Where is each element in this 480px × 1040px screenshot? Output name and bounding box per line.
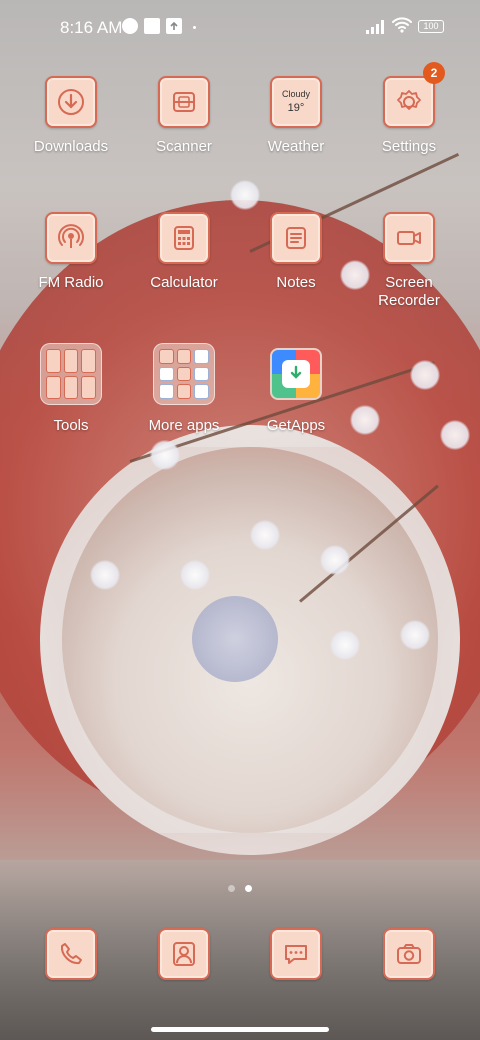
app-label: Weather: [267, 138, 325, 155]
app-mini-icon: [194, 366, 209, 382]
app-mini-icon: [176, 366, 192, 382]
dock-contacts[interactable]: [128, 928, 240, 980]
radio-icon: [45, 212, 97, 264]
contact-icon: [158, 928, 210, 980]
dock-messages[interactable]: [240, 928, 352, 980]
wallpaper-blossom: [440, 420, 470, 450]
app-mini-icon: [176, 349, 192, 364]
app-label: Tools: [53, 417, 89, 434]
app-mini-icon: [159, 366, 174, 382]
app-mini-icon: [81, 349, 96, 373]
clock: 8:16 AM: [60, 18, 123, 37]
gear-icon: 2: [383, 62, 445, 128]
app-label: GetApps: [266, 417, 326, 434]
photo-icon: [122, 18, 138, 34]
app-label: Calculator: [150, 274, 218, 291]
folder-more-apps[interactable]: More apps: [128, 343, 240, 435]
wallpaper-blossom: [180, 560, 210, 590]
app-settings[interactable]: 2 Settings: [353, 62, 465, 156]
app-label: More apps: [148, 417, 220, 434]
wallpaper-blossom: [230, 180, 260, 210]
app-screen-recorder[interactable]: Screen Recorder: [353, 212, 465, 310]
wallpaper-blossom: [150, 440, 180, 470]
square-icon: [144, 18, 160, 34]
dock-phone[interactable]: [15, 928, 127, 980]
app-mini-icon: [81, 375, 96, 399]
scanner-icon: [158, 76, 210, 128]
camera-icon: [383, 928, 435, 980]
status-bar: 8:16 AM 100: [0, 0, 480, 56]
app-mini-icon: [46, 349, 61, 373]
phone-icon: [45, 928, 97, 980]
notification-dot-icon: [193, 26, 196, 29]
notification-badge: 2: [423, 62, 445, 84]
page-dot[interactable]: [228, 885, 235, 892]
app-mini-icon: [63, 349, 79, 373]
app-label: Scanner: [156, 138, 212, 155]
folder-icon: [40, 343, 102, 405]
app-mini-icon: [194, 384, 209, 399]
battery-icon: 100: [418, 20, 444, 33]
video-icon: [383, 212, 435, 264]
page-indicator: [0, 879, 480, 897]
calculator-icon: [158, 212, 210, 264]
app-mini-icon: [46, 375, 61, 399]
app-label: FM Radio: [38, 274, 104, 291]
app-label: Screen Recorder: [378, 274, 440, 309]
wallpaper-blossom: [400, 620, 430, 650]
weather-icon: Cloudy 19°: [270, 76, 322, 128]
dock-camera[interactable]: [353, 928, 465, 980]
weather-condition: Cloudy: [281, 89, 310, 99]
upload-icon: [166, 18, 182, 34]
folder-icon: [153, 343, 215, 405]
battery-level: 100: [423, 21, 439, 31]
app-calculator[interactable]: Calculator: [128, 212, 240, 292]
notes-icon: [270, 212, 322, 264]
app-notes[interactable]: Notes: [240, 212, 352, 292]
weather-temp: 19°: [287, 102, 305, 114]
wallpaper-blossom: [250, 520, 280, 550]
wallpaper-inner-gate: [192, 596, 278, 682]
wallpaper-blossom: [330, 630, 360, 660]
wallpaper-blossom: [410, 360, 440, 390]
app-mini-icon: [176, 384, 192, 399]
app-downloads[interactable]: Downloads: [15, 76, 127, 156]
app-mini-icon: [159, 349, 174, 364]
app-label: Settings: [381, 138, 437, 155]
app-label: Downloads: [33, 138, 109, 155]
app-weather[interactable]: Cloudy 19° Weather: [240, 76, 352, 156]
app-label: Notes: [276, 274, 316, 291]
home-indicator[interactable]: [151, 1027, 329, 1032]
wallpaper-blossom: [320, 545, 350, 575]
app-mini-icon: [159, 384, 174, 399]
page-dot-active[interactable]: [245, 885, 252, 892]
app-mini-icon: [63, 375, 79, 399]
wifi-icon: [392, 17, 412, 33]
message-icon: [270, 928, 322, 980]
wallpaper-blossom: [350, 405, 380, 435]
signal-icon: [366, 20, 386, 34]
download-icon: [45, 76, 97, 128]
app-scanner[interactable]: Scanner: [128, 76, 240, 156]
folder-tools[interactable]: Tools: [15, 343, 127, 435]
app-fm-radio[interactable]: FM Radio: [15, 212, 127, 292]
app-getapps[interactable]: GetApps: [240, 348, 352, 435]
wallpaper-blossom: [90, 560, 120, 590]
getapps-icon: [270, 348, 322, 400]
app-mini-icon: [194, 349, 209, 364]
